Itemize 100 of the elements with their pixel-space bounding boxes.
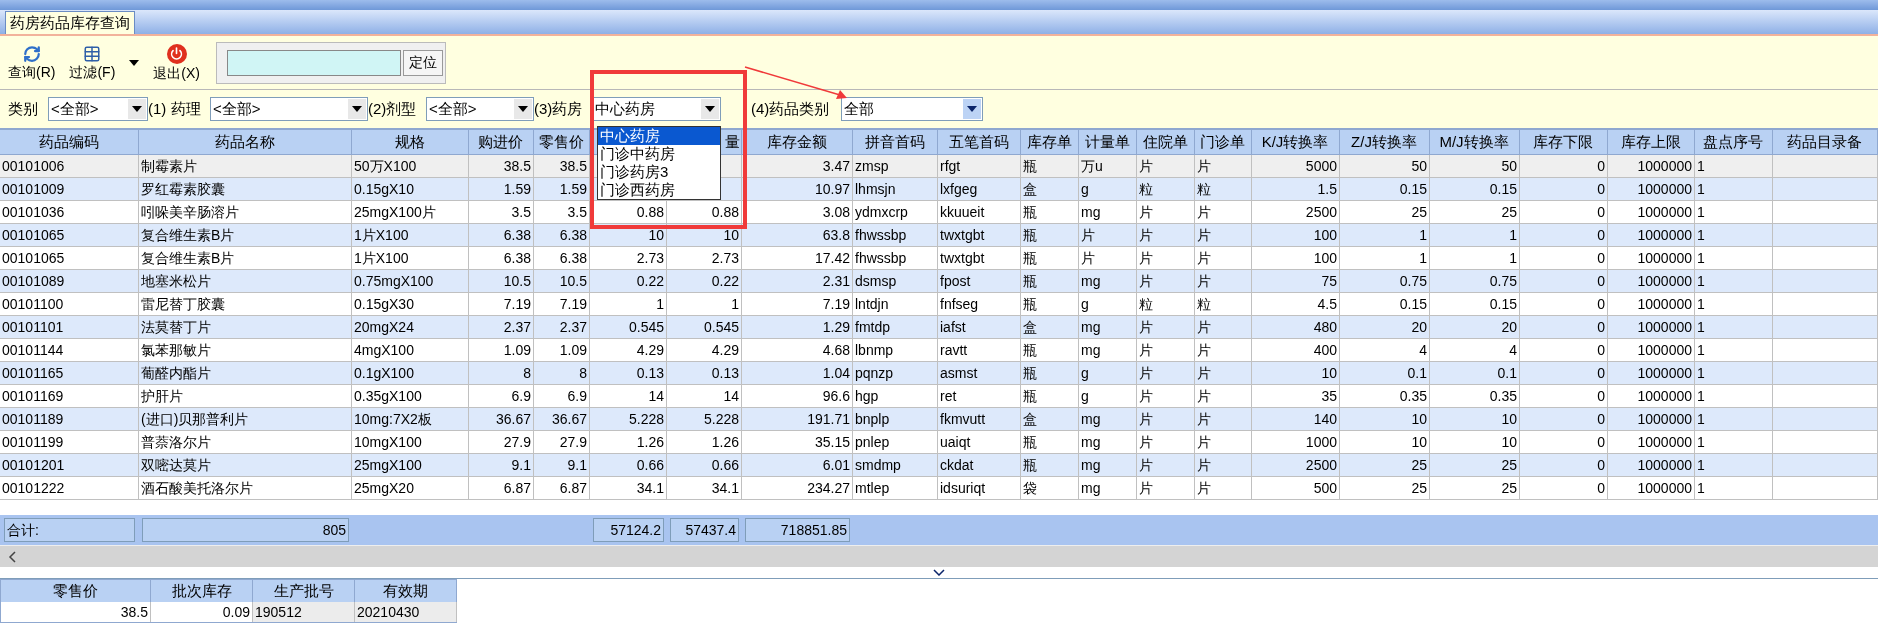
dropdown-option[interactable]: 中心药房 (598, 127, 720, 145)
column-header[interactable]: 零售价 (538, 130, 584, 154)
table-row[interactable]: 00101065 复合维生素B片 1片X100 6.38 6.38 10 10 63.8 fhwssbp twxtgbt 瓶 片 片 片 100 1 1 0 1000000 1 (0, 224, 1878, 247)
table-cell: 10 (590, 224, 667, 246)
table-cell: 10 (1340, 431, 1430, 453)
table-cell: 38.5 (534, 155, 590, 177)
table-cell: iafst (938, 316, 1021, 338)
table-cell: 3.5 (469, 201, 534, 223)
table-row[interactable]: 00101100 雷尼替丁胶囊 0.15gX30 7.19 7.19 1 1 7.19 lntdjn fnfseg 瓶 g 粒 粒 4.5 0.15 0.15 0 1000000 1 (0, 293, 1878, 316)
table-cell: fhwssbp (853, 224, 938, 246)
table-cell: 0.1 (1340, 362, 1430, 384)
table-cell: 0 (1520, 293, 1608, 315)
table-cell: fpost (938, 270, 1021, 292)
table-cell: fnfseg (938, 293, 1021, 315)
table-row[interactable]: 00101101 法莫替丁片 20mgX24 2.37 2.37 0.545 0.545 1.29 fmtdp iafst 盒 mg 片 片 480 20 20 0 1000000 1 (0, 316, 1878, 339)
table-cell: 5.228 (590, 408, 667, 430)
table-cell: 50 (1430, 155, 1520, 177)
toolbar-button[interactable]: 查询(R) (4, 44, 60, 81)
table-cell: 4.29 (667, 339, 742, 361)
table-cell: 10mgX100 (352, 431, 469, 453)
filter-label: (2)剂型 (368, 98, 417, 119)
table-row[interactable]: 00101165 葡醛内酯片 0.1gX100 8 8 0.13 0.13 1.04 pqnzp asmst 瓶 g 片 片 10 0.1 0.1 0 1000000 1 (0, 362, 1878, 385)
table-row[interactable]: 00101089 地塞米松片 0.75mgX100 10.5 10.5 0.22 0.22 2.31 dsmsp fpost 瓶 mg 片 片 75 0.75 0.75 0 1000000 1 (0, 270, 1878, 293)
table-cell: mg (1079, 201, 1137, 223)
table-cell: fkmvutt (938, 408, 1021, 430)
table-cell: 护肝片 (139, 385, 352, 407)
table-row[interactable]: 00101144 氯苯那敏片 4mgX100 1.09 1.09 4.29 4.29 4.68 lbnmp ravtt 瓶 mg 片 片 400 4 4 0 1000000 1 (0, 339, 1878, 362)
table-cell: 2.73 (590, 247, 667, 269)
table-cell: 1 (1430, 224, 1520, 246)
totals-label: 合计: (4, 518, 135, 542)
column-header[interactable]: 门诊单 (1200, 130, 1245, 154)
column-header[interactable]: 五笔首码 (948, 130, 1009, 154)
column-header[interactable]: 药品名称 (214, 130, 275, 154)
column-header[interactable]: 量 (725, 130, 740, 154)
table-cell: 片 (1195, 224, 1252, 246)
locate-button[interactable]: 定位 (403, 49, 443, 76)
table-cell: 0.66 (667, 454, 742, 476)
table-cell: 0 (1520, 362, 1608, 384)
table-cell: twxtgbt (938, 247, 1021, 269)
table-cell: g (1079, 385, 1137, 407)
table-cell: lxfgeg (938, 178, 1021, 200)
combo-box[interactable]: 中心药房 (592, 97, 721, 121)
table-row[interactable]: 00101201 双嘧达莫片 25mgX100 9.1 9.1 0.66 0.66 6.01 smdmp ckdat 瓶 mg 片 片 2500 25 25 0 1000000 1 (0, 454, 1878, 477)
table-cell: 瓶 (1021, 155, 1079, 177)
table-cell: 0 (1520, 201, 1608, 223)
column-header[interactable]: M/J转换率 (1439, 130, 1509, 154)
table-row[interactable]: 00101065 复合维生素B片 1片X100 6.38 6.38 2.73 2.73 17.42 fhwssbp twxtgbt 瓶 片 片 片 100 1 1 0 1000000 1 (0, 247, 1878, 270)
table-cell: (进口)贝那普利片 (139, 408, 352, 430)
table-cell: 瓶 (1021, 339, 1079, 361)
table-cell: 1.26 (667, 431, 742, 453)
table-cell: 1000000 (1608, 477, 1695, 499)
column-header[interactable]: 拼音首码 (864, 130, 925, 154)
column-header[interactable]: 计量单 (1084, 130, 1130, 154)
column-header[interactable]: 住院单 (1142, 130, 1188, 154)
column-header[interactable]: 盘点序号 (1703, 130, 1763, 154)
toolbar-button[interactable]: 退出(X) (149, 43, 204, 82)
table-cell: 复合维生素B片 (139, 224, 352, 246)
table-cell: 00101201 (0, 454, 139, 476)
column-header[interactable]: K/J转换率 (1261, 130, 1329, 154)
table-row[interactable]: 00101169 护肝片 0.35gX100 6.9 6.9 14 14 96.6 hgp ret 瓶 g 片 片 35 0.35 0.35 0 1000000 1 (0, 385, 1878, 408)
table-cell: 片 (1137, 224, 1195, 246)
column-header[interactable]: 购进价 (478, 130, 523, 154)
column-header[interactable]: 库存上限 (1620, 130, 1681, 154)
table-cell: 1 (1695, 293, 1773, 315)
combo-box[interactable]: <全部> (210, 97, 368, 121)
table-cell: 0.15 (1430, 178, 1520, 200)
column-header[interactable]: Z/J转换率 (1351, 130, 1417, 154)
column-header[interactable]: 药品编码 (38, 130, 99, 154)
table-row[interactable]: 00101222 酒石酸美托洛尔片 25mgX20 6.87 6.87 34.1 34.1 234.27 mtlep idsuriqt 袋 mg 片 片 500 25 25 0 1000000 1 (0, 477, 1878, 500)
table-cell: ckdat (938, 454, 1021, 476)
table-cell: 00101144 (0, 339, 139, 361)
column-header[interactable]: 规格 (394, 130, 425, 154)
table-cell: 1 (1695, 224, 1773, 246)
table-cell: 0.22 (590, 270, 667, 292)
column-header[interactable]: 药品目录备 (1787, 130, 1862, 154)
table-cell: 10 (667, 224, 742, 246)
filter-label: (3)药房 (534, 98, 583, 119)
table-row[interactable]: 00101199 普萘洛尔片 10mgX100 27.9 27.9 1.26 1.26 35.15 pnlep uaiqt 瓶 mg 片 片 1000 10 10 0 1000000 1 (0, 431, 1878, 454)
table-row[interactable]: 00101036 吲哚美辛肠溶片 25mgX100片 3.5 3.5 0.88 0.88 3.08 ydmxcrp kkuueit 瓶 mg 片 片 2500 25 25 0 1000000 1 (0, 201, 1878, 224)
combo-box[interactable]: <全部> (426, 97, 534, 121)
filter-label: (1) 药理 (148, 98, 201, 119)
total-value: 805 (142, 518, 349, 542)
table-cell: 片 (1137, 408, 1195, 430)
table-cell: 35 (1252, 385, 1340, 407)
table-cell: 27.9 (469, 431, 534, 453)
column-header[interactable]: 库存单 (1026, 130, 1072, 154)
table-cell: 1000000 (1608, 385, 1695, 407)
tab[interactable]: 药房药品库存查询 (5, 11, 135, 34)
toolbar-button[interactable]: 过滤(F) (65, 44, 120, 81)
table-cell: 5.228 (667, 408, 742, 430)
combo-box[interactable]: <全部> (48, 97, 148, 121)
table-cell: 瓶 (1021, 293, 1079, 315)
table-cell: 6.9 (534, 385, 590, 407)
table-cell: 双嘧达莫片 (139, 454, 352, 476)
table-row[interactable]: 00101189 (进口)贝那普利片 10mg:7X2板 36.67 36.67 5.228 5.228 191.71 bnplp fkmvutt 盒 mg 片 片 140 10 10 0 1000000 1 (0, 408, 1878, 431)
column-header[interactable]: 库存金额 (766, 130, 827, 154)
table-cell: 4.5 (1252, 293, 1340, 315)
combo-box[interactable]: 全部 (841, 97, 983, 121)
column-header[interactable]: 库存下限 (1533, 130, 1593, 154)
table-cell: 普萘洛尔片 (139, 431, 352, 453)
